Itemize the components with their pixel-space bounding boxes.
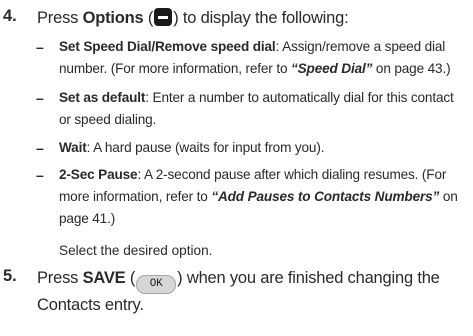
step-text: Press SAVE (OK) when you are finished ch… [37,267,467,317]
dash-bullet: – [36,140,44,156]
option-term: Set as default [59,90,146,105]
cross-reference: “Add Pauses to Contacts Numbers” [211,189,440,204]
option-description: 2-Sec Pause: A 2-second pause after whic… [59,164,468,230]
option-description: Set Speed Dial/Remove speed dial: Assign… [59,36,468,80]
dash-bullet: – [36,167,44,183]
step-press-text: Press [37,269,83,287]
open-paren: ( [125,269,136,287]
step-number: 5. [3,267,17,285]
step-press-text: Press [37,9,83,27]
step-text: Press Options ( ) to display the followin… [37,7,467,30]
cross-reference: “Speed Dial” [290,61,373,76]
soft-key-minus-icon [154,8,173,26]
option-term: 2-Sec Pause [59,167,138,182]
option-term: Wait [59,140,87,155]
ok-key-icon: OK [136,275,177,294]
option-description: Wait: A hard pause (waits for input from… [59,137,468,159]
dash-bullet: – [36,90,44,106]
option-description: Set as default: Enter a number to automa… [59,87,468,131]
option-item-speed-dial: – Set Speed Dial/Remove speed dial: Assi… [36,36,468,80]
step-description: ) to display the following: [173,9,349,27]
save-key-label: SAVE [82,269,126,287]
step-number: 4. [3,7,17,25]
option-item-2-sec-pause: – 2-Sec Pause: A 2-second pause after wh… [36,164,468,230]
option-text: : A hard pause (waits for input from you… [86,140,325,155]
option-item-set-default: – Set as default: Enter a number to auto… [36,87,468,131]
manual-page: 4. Press Options ( ) to display the follo… [0,0,473,336]
options-key-label: Options [82,9,144,27]
option-text-end: on page 43.) [372,61,451,76]
dash-bullet: – [36,39,44,55]
select-instruction: Select the desired option. [59,243,213,258]
open-paren: ( [143,9,154,27]
option-term: Set Speed Dial/Remove speed dial [59,39,276,54]
option-item-wait: – Wait: A hard pause (waits for input fr… [36,137,468,159]
